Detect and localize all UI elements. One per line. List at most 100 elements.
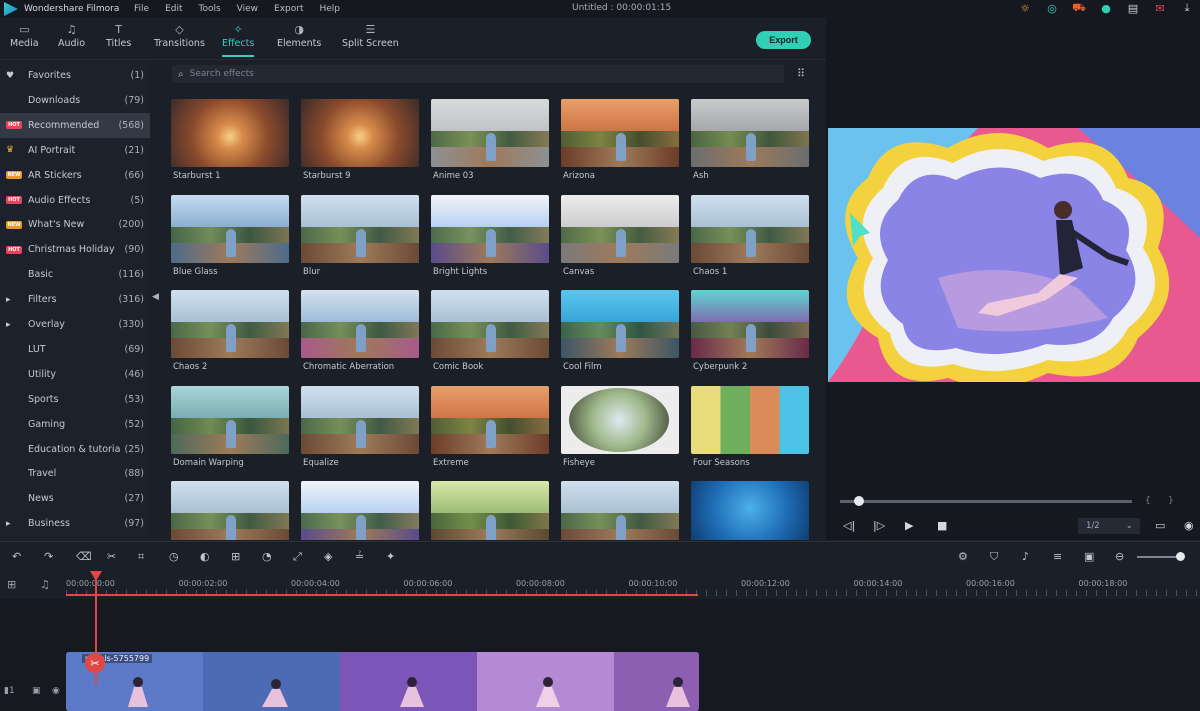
sidebar-item-downloads[interactable]: Downloads (79) — [0, 88, 150, 113]
menu-tools[interactable]: Tools — [199, 4, 221, 14]
effect-tile-untitled-22[interactable] — [431, 481, 550, 540]
redo-icon[interactable]: ↷ — [44, 550, 53, 563]
effect-tile-ash[interactable]: Ash — [691, 99, 810, 183]
grid-view-icon[interactable]: ⠿ — [797, 67, 809, 80]
effect-tile-anime-03[interactable]: Anime 03 — [431, 99, 550, 183]
mark-out-icon[interactable]: } — [1168, 496, 1174, 506]
tab-split-screen[interactable]: ☰ Split Screen — [342, 22, 399, 49]
duration-icon[interactable]: ◔ — [262, 550, 272, 563]
sidebar-item-business[interactable]: ▸ Business (97) — [0, 511, 150, 536]
shield-icon[interactable]: ⛉ — [990, 550, 998, 564]
effect-tile-comic-book[interactable]: Comic Book — [431, 290, 550, 374]
tab-elements[interactable]: ◑ Elements — [277, 22, 321, 49]
tab-transitions[interactable]: ◇ Transitions — [154, 22, 205, 49]
effect-tile-blur[interactable]: Blur — [301, 194, 420, 279]
sidebar-item-ar-stickers[interactable]: NEW AR Stickers (66) — [0, 163, 150, 188]
play-backward-icon[interactable]: |▷ — [873, 519, 885, 532]
sidebar-item-favorites[interactable]: ♥ Favorites (1) — [0, 63, 150, 88]
play-icon[interactable]: ▶ — [905, 519, 913, 532]
audio-adjust-icon[interactable]: ≟ — [355, 550, 364, 563]
sidebar-item-sports[interactable]: Sports (53) — [0, 387, 150, 412]
eye-icon[interactable]: ◉ — [52, 686, 60, 696]
color-icon[interactable]: ◐ — [200, 550, 210, 563]
preview-scrubber[interactable] — [840, 496, 1132, 506]
effect-tile-arizona[interactable]: Arizona — [561, 99, 680, 183]
sidebar-item-lut[interactable]: LUT (69) — [0, 337, 150, 362]
effect-tile-four-seasons[interactable]: Four Seasons — [691, 385, 810, 470]
sidebar-item-christmas-holiday[interactable]: HOT Christmas Holiday (90) — [0, 237, 150, 262]
effect-tile-blue-glass[interactable]: Blue Glass — [171, 194, 290, 279]
fullscreen-icon[interactable]: ⤢ — [293, 550, 302, 564]
sidebar-item-travel[interactable]: Travel (88) — [0, 461, 150, 486]
green-screen-icon[interactable]: ⊞ — [231, 550, 240, 563]
effect-tile-bright-lights[interactable]: Bright Lights — [431, 194, 550, 279]
sidebar-item-overlay[interactable]: ▸ Overlay (330) — [0, 312, 150, 337]
sidebar-item-gaming[interactable]: Gaming (52) — [0, 412, 150, 437]
scrubber-handle[interactable] — [854, 496, 864, 506]
keyframe-icon[interactable]: ◈ — [324, 550, 332, 563]
lock-icon[interactable]: ▣ — [32, 686, 41, 696]
tab-media[interactable]: ▭ Media — [10, 22, 39, 49]
microphone-icon[interactable]: ♪ — [1022, 550, 1029, 563]
effect-tile-untitled-23[interactable] — [561, 481, 680, 540]
menu-help[interactable]: Help — [320, 4, 341, 14]
headset-icon[interactable]: ◎ — [1045, 1, 1059, 15]
menu-export[interactable]: Export — [274, 4, 303, 14]
mark-in-icon[interactable]: { — [1145, 496, 1151, 506]
sidebar-item-ai-portrait[interactable]: ♛ AI Portrait (21) — [0, 138, 150, 163]
effect-tile-equalize[interactable]: Equalize — [301, 385, 420, 470]
mixer-icon[interactable]: ≡ — [1053, 550, 1062, 563]
crop-icon[interactable]: ⌗ — [138, 550, 144, 564]
download-icon[interactable]: ⤓ — [1180, 1, 1194, 15]
split-marker-icon[interactable]: ✂ — [84, 652, 106, 674]
zoom-out-icon[interactable]: ⊖ — [1115, 550, 1124, 563]
sidebar-item-basic[interactable]: Basic (116) — [0, 262, 150, 287]
effect-tile-extreme[interactable]: Extreme — [431, 385, 550, 470]
sidebar-item-news[interactable]: News (27) — [0, 486, 150, 511]
lightbulb-icon[interactable]: ☼ — [1018, 1, 1032, 15]
effect-tile-untitled-21[interactable] — [301, 481, 420, 540]
effect-tile-starburst-1[interactable]: Starburst 1 — [171, 99, 290, 183]
speed-icon[interactable]: ◷ — [169, 550, 179, 563]
sidebar-item-utility[interactable]: Utility (46) — [0, 362, 150, 387]
snapshot-icon[interactable]: ◉ — [1184, 519, 1194, 532]
video-preview[interactable] — [828, 128, 1200, 382]
menu-file[interactable]: File — [134, 4, 149, 14]
save-icon[interactable]: ▤ — [1126, 1, 1140, 15]
sidebar-item-filters[interactable]: ▸ Filters (316) — [0, 287, 150, 312]
delete-icon[interactable]: ⌫ — [76, 550, 92, 563]
effect-tile-canvas[interactable]: Canvas — [561, 194, 680, 279]
account-icon[interactable]: ● — [1099, 1, 1113, 15]
effect-tile-chaos-1[interactable]: Chaos 1 — [691, 194, 810, 279]
cut-icon[interactable]: ✂ — [107, 550, 116, 563]
tab-effects[interactable]: ✧ Effects — [222, 22, 255, 57]
playback-quality-select[interactable]: 1/2 ⌄ — [1078, 518, 1140, 534]
render-icon[interactable]: ⚙ — [958, 550, 968, 563]
video-clip[interactable]: pexels-5755799 — [66, 652, 699, 711]
effect-tile-starburst-9[interactable]: Starburst 9 — [301, 99, 420, 183]
previous-frame-icon[interactable]: ◁| — [843, 519, 855, 532]
stabilize-icon[interactable]: ✦ — [386, 550, 395, 563]
collapse-sidebar-icon[interactable]: ◀ — [152, 292, 160, 308]
add-track-icon[interactable]: ⊞ — [7, 578, 16, 591]
captions-icon[interactable]: ▣ — [1084, 550, 1094, 563]
effect-tile-domain-warping[interactable]: Domain Warping — [171, 385, 290, 470]
notification-icon[interactable]: ✉ — [1153, 1, 1167, 15]
stop-icon[interactable]: ■ — [937, 519, 947, 532]
export-button[interactable]: Export — [756, 31, 811, 49]
zoom-slider-handle[interactable] — [1176, 552, 1185, 561]
effect-tile-chromatic-aberration[interactable]: Chromatic Aberration — [301, 290, 420, 374]
effect-tile-chaos-2[interactable]: Chaos 2 — [171, 290, 290, 374]
cart-icon[interactable]: ⛟ — [1072, 1, 1086, 15]
monitor-icon[interactable]: ▭ — [1155, 519, 1165, 532]
search-input[interactable]: Search effects — [190, 69, 254, 79]
search-box[interactable]: ⌕ Search effects — [172, 65, 784, 83]
menu-view[interactable]: View — [237, 4, 258, 14]
link-icon[interactable]: ♫ — [40, 578, 50, 591]
effect-tile-untitled-20[interactable] — [171, 481, 290, 540]
effect-tile-untitled-24[interactable] — [691, 481, 810, 540]
sidebar-item-what-s-new[interactable]: NEW What's New (200) — [0, 212, 150, 237]
tab-titles[interactable]: T Titles — [106, 22, 131, 49]
menu-edit[interactable]: Edit — [165, 4, 182, 14]
sidebar-item-recommended[interactable]: HOT Recommended (568) — [0, 112, 150, 138]
